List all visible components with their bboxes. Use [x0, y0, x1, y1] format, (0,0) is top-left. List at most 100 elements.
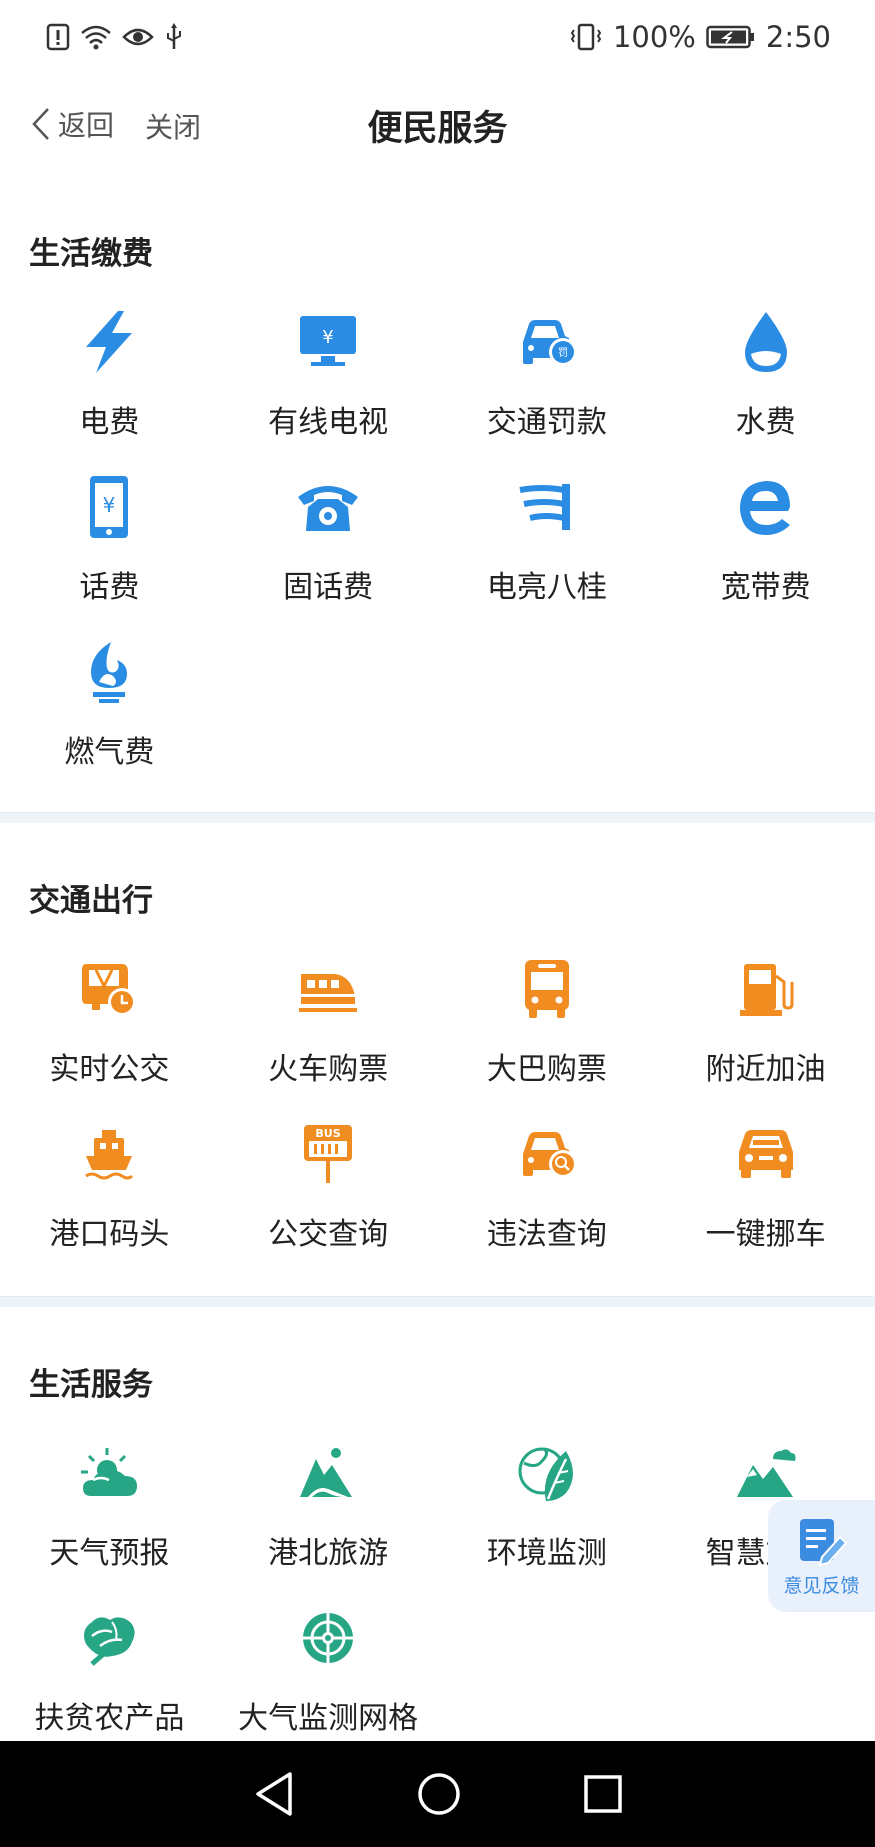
service-label: 话费 — [79, 570, 140, 605]
vegetable-icon — [84, 1616, 135, 1666]
fuel-pump-icon — [739, 963, 794, 1016]
service-label: 有线电视 — [268, 405, 389, 440]
car-move-icon — [738, 1129, 793, 1178]
recents-square-icon[interactable] — [582, 1773, 624, 1815]
service-label: 环境监测 — [486, 1536, 607, 1571]
phone-yuan-icon: ¥ — [90, 475, 129, 538]
usb-icon — [167, 23, 181, 49]
section-payments: 生活缴费 电费 ¥ 有线电视 罚 交通罚款 水费 ¥ 话费 固话费 电亮八桂 宽… — [0, 176, 875, 816]
clock: 2:50 — [765, 20, 831, 54]
service-item-landline[interactable]: 固话费 — [219, 441, 438, 606]
service-label: 燃气费 — [64, 735, 155, 770]
section-title: 生活缴费 — [29, 236, 153, 272]
page-title: 便民服务 — [367, 109, 508, 149]
service-label: 电亮八桂 — [486, 570, 607, 605]
status-icons-left — [46, 23, 184, 51]
service-label: 附近加油 — [705, 1052, 826, 1087]
power-lines-icon — [519, 483, 570, 530]
service-label: 公交查询 — [268, 1217, 389, 1252]
tv-icon: ¥ — [300, 315, 357, 366]
home-circle-icon[interactable] — [416, 1771, 462, 1817]
vibrate-icon — [570, 23, 602, 51]
service-label: 大巴购票 — [486, 1052, 607, 1087]
service-label: 扶贫农产品 — [34, 1701, 185, 1736]
service-item-gangbei-tourism[interactable]: 港北旅游 — [219, 1407, 438, 1572]
section-life-services: 生活服务 天气预报 港北旅游 环境监测 智慧旅游 扶贫农产品 大气监测网格 — [0, 1307, 875, 1737]
service-label: 违法查询 — [486, 1217, 607, 1252]
gas-flame-icon — [91, 641, 128, 703]
service-grid: 电费 ¥ 有线电视 罚 交通罚款 水费 ¥ 话费 固话费 电亮八桂 宽带费 燃气… — [0, 276, 875, 771]
service-item-air-monitor-grid[interactable]: 大气监测网格 — [219, 1572, 438, 1737]
bus-stop-sign-icon: BUS — [304, 1124, 353, 1183]
section-title: 生活服务 — [29, 1367, 153, 1403]
car-fine-icon: 罚 — [522, 319, 577, 366]
service-grid: 天气预报 港北旅游 环境监测 智慧旅游 扶贫农产品 大气监测网格 — [0, 1407, 875, 1737]
service-label: 一键挪车 — [705, 1217, 826, 1252]
service-item-gas[interactable]: 燃气费 — [0, 606, 219, 771]
car-search-icon — [522, 1131, 577, 1178]
sun-cloud-icon — [81, 1447, 138, 1496]
service-item-port[interactable]: 港口码头 — [0, 1088, 219, 1253]
service-item-poverty-agri-products[interactable]: 扶贫农产品 — [0, 1572, 219, 1737]
status-icons-right: 100% 2:50 — [569, 20, 831, 54]
service-item-bus-query[interactable]: BUS 公交查询 — [219, 1088, 438, 1253]
svg-text:罚: 罚 — [558, 347, 568, 359]
service-label: 港北旅游 — [268, 1536, 389, 1571]
browser-e-icon — [739, 480, 790, 535]
service-item-dianliang-bagui[interactable]: 电亮八桂 — [438, 441, 657, 606]
section-divider — [0, 1296, 875, 1307]
target-grid-icon — [301, 1610, 356, 1665]
battery-percent: 100% — [612, 20, 696, 54]
wifi-icon — [81, 25, 111, 50]
service-label: 天气预报 — [49, 1536, 170, 1571]
service-label: 实时公交 — [49, 1052, 170, 1087]
service-item-violation-query[interactable]: 违法查询 — [438, 1088, 657, 1253]
svg-text:¥: ¥ — [322, 327, 333, 348]
service-item-electricity[interactable]: 电费 — [0, 276, 219, 441]
service-item-traffic-fine[interactable]: 罚 交通罚款 — [438, 276, 657, 441]
service-item-water[interactable]: 水费 — [656, 276, 875, 441]
svg-text:BUS: BUS — [316, 1127, 341, 1140]
leaf-globe-icon — [518, 1447, 573, 1501]
eye-icon — [122, 28, 154, 46]
service-label: 宽带费 — [720, 570, 811, 605]
service-item-environment-monitor[interactable]: 环境监测 — [438, 1407, 657, 1572]
service-item-realtime-bus[interactable]: 实时公交 — [0, 923, 219, 1088]
back-triangle-icon[interactable] — [252, 1770, 296, 1818]
feedback-button[interactable]: 意见反馈 — [768, 1500, 875, 1612]
section-divider — [0, 812, 875, 823]
service-label: 港口码头 — [49, 1217, 170, 1252]
mountains-cloud-icon — [736, 1448, 796, 1497]
alert-icon — [46, 23, 70, 51]
service-label: 大气监测网格 — [238, 1701, 419, 1736]
nav-bar: 返回 关闭 便民服务 — [0, 74, 875, 176]
service-item-train-ticket[interactable]: 火车购票 — [219, 923, 438, 1088]
train-icon — [299, 973, 358, 1012]
service-item-coach-ticket[interactable]: 大巴购票 — [438, 923, 657, 1088]
feedback-label: 意见反馈 — [783, 1574, 860, 1597]
svg-text:¥: ¥ — [103, 493, 116, 517]
battery-icon — [706, 25, 754, 49]
service-item-phone-bill[interactable]: ¥ 话费 — [0, 441, 219, 606]
service-label: 水费 — [735, 405, 796, 440]
lightning-icon — [86, 310, 133, 373]
service-item-broadband[interactable]: 宽带费 — [656, 441, 875, 606]
coach-bus-icon — [524, 959, 569, 1018]
service-item-weather[interactable]: 天气预报 — [0, 1407, 219, 1572]
ship-icon — [85, 1129, 134, 1179]
service-grid: 实时公交 火车购票 大巴购票 附近加油 港口码头 BUS 公交查询 违法查询 一… — [0, 923, 875, 1253]
service-item-nearby-fuel[interactable]: 附近加油 — [656, 923, 875, 1088]
system-nav-bar — [0, 1741, 875, 1847]
mountain-icon — [300, 1447, 353, 1497]
section-title: 交通出行 — [29, 883, 153, 919]
service-label: 交通罚款 — [486, 405, 607, 440]
service-item-cable-tv[interactable]: ¥ 有线电视 — [219, 276, 438, 441]
status-bar: 100% 2:50 — [0, 0, 875, 74]
service-item-move-car[interactable]: 一键挪车 — [656, 1088, 875, 1253]
service-label: 电费 — [79, 405, 140, 440]
telephone-icon — [298, 485, 359, 531]
service-label: 固话费 — [283, 570, 374, 605]
service-label: 火车购票 — [268, 1052, 389, 1087]
section-transport: 交通出行 实时公交 火车购票 大巴购票 附近加油 港口码头 BUS 公交查询 违… — [0, 823, 875, 1253]
bus-clock-icon — [82, 963, 137, 1016]
